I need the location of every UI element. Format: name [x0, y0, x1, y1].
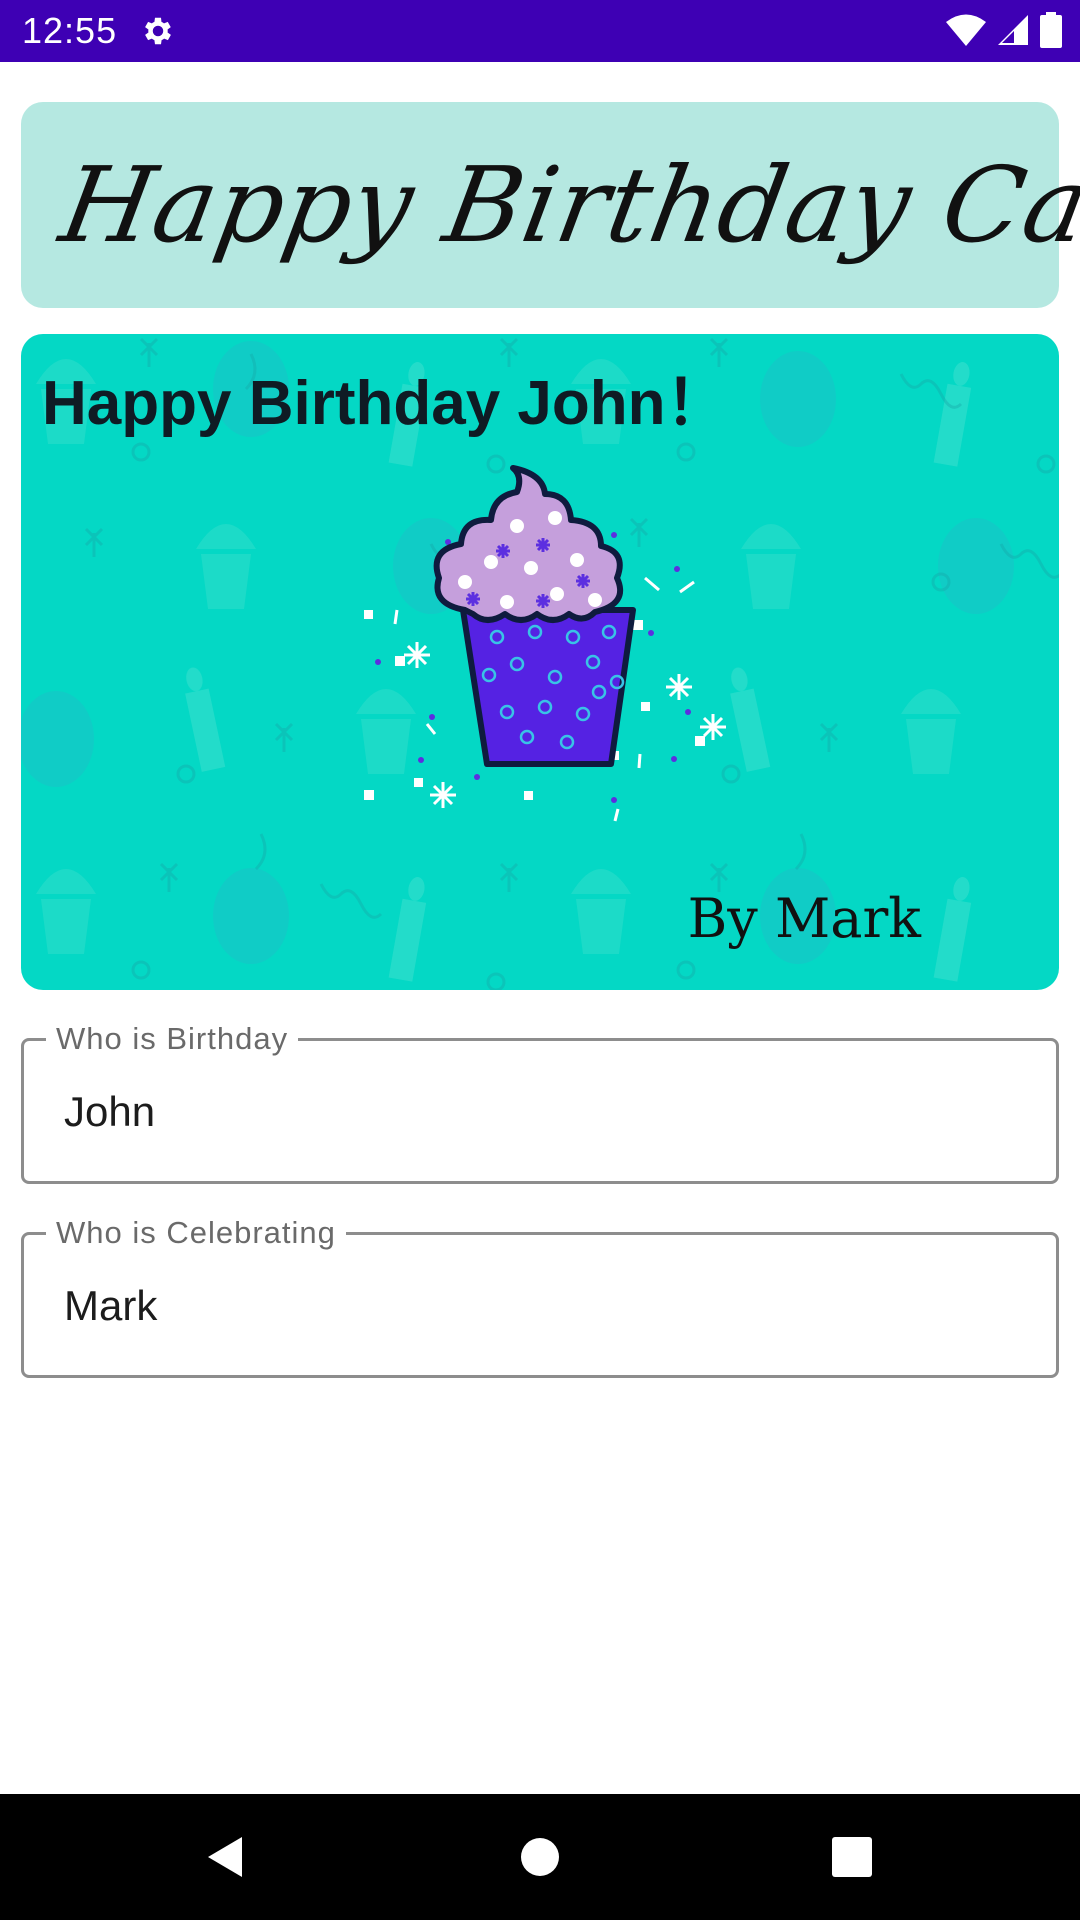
balloon-shape [21, 691, 94, 787]
star-shape [709, 337, 729, 367]
candle-shape [185, 667, 226, 772]
home-icon[interactable] [510, 1827, 570, 1887]
who-is-birthday-label: Who is Birthday [46, 1021, 299, 1057]
swirl-shape [319, 883, 383, 919]
back-icon[interactable] [196, 1827, 256, 1887]
card-greeting: Happy Birthday John！ [42, 369, 728, 438]
ring-shape [676, 960, 696, 980]
star-shape [499, 862, 519, 892]
ring-shape [1036, 454, 1056, 474]
swirl-shape [794, 833, 807, 871]
ring-shape [176, 764, 196, 784]
candle-shape [933, 362, 972, 467]
card-signature: By Mark [687, 887, 921, 950]
who-is-birthday-field[interactable]: Who is Birthday John [21, 1021, 1059, 1184]
status-bar: 12:55 [0, 0, 1080, 62]
balloon-shape [760, 351, 836, 447]
balloon-shape [213, 868, 289, 964]
birthday-card-preview: Happy Birthday John！ By Mark [21, 334, 1059, 990]
status-icons [946, 12, 1062, 48]
who-is-celebrating-input[interactable]: Mark [64, 1280, 157, 1332]
star-shape [274, 722, 294, 752]
ring-shape [131, 442, 151, 462]
status-time: 12:55 [22, 10, 118, 51]
ring-shape [486, 972, 506, 990]
cupcake-shape [571, 869, 631, 954]
cupcake-shape [196, 524, 256, 609]
settings-gear-icon [145, 17, 171, 45]
battery-icon [1040, 12, 1062, 48]
page-title: Happy Birthday Card [52, 144, 1080, 266]
star-shape [819, 722, 839, 752]
cupcake-shape [36, 869, 96, 954]
ring-shape [676, 442, 696, 462]
candle-shape [388, 877, 427, 982]
star-shape [499, 337, 519, 367]
swirl-shape [254, 833, 267, 871]
balloon-shape [938, 518, 1014, 614]
cupcake-icon [364, 465, 726, 822]
candle-shape [933, 877, 972, 982]
cellular-signal-icon [998, 15, 1028, 45]
wifi-icon [946, 14, 986, 46]
cupcake-shape [901, 689, 961, 774]
star-shape [159, 862, 179, 892]
star-shape [84, 527, 104, 557]
recents-icon[interactable] [820, 1827, 880, 1887]
who-is-birthday-input[interactable]: John [64, 1086, 155, 1138]
title-card: Happy Birthday Card [21, 102, 1080, 308]
cupcake-shape [741, 524, 801, 609]
who-is-celebrating-field[interactable]: Who is Celebrating Mark [21, 1215, 1059, 1378]
who-is-celebrating-label: Who is Celebrating [46, 1215, 346, 1251]
navigation-bar [0, 1794, 1080, 1920]
star-shape [139, 337, 159, 367]
ring-shape [131, 960, 151, 980]
